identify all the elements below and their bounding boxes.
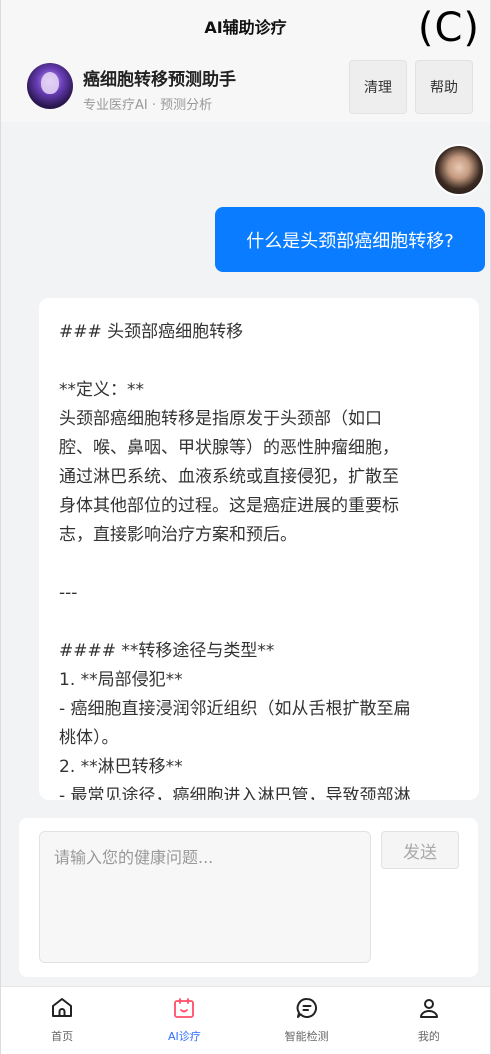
tab-ai-diagnosis[interactable]: AI诊疗	[123, 987, 245, 1054]
assistant-name: 癌细胞转移预测助手	[83, 70, 236, 90]
message-line	[59, 608, 459, 637]
assistant-header: 癌细胞转移预测助手 专业医疗AI · 预测分析 清理 帮助	[1, 52, 490, 122]
message-line: 通过淋巴系统、血液系统或直接侵犯，扩散至	[59, 467, 399, 487]
assistant-subtitle: 专业医疗AI · 预测分析	[83, 98, 213, 113]
clear-button[interactable]: 清理	[349, 60, 407, 114]
calendar-smile-icon	[174, 998, 195, 1018]
message-line: 身体其他部位的过程。这是癌症进展的重要标	[59, 496, 399, 516]
tab-label: 我的	[417, 1030, 440, 1043]
message-line: ### 头颈部癌细胞转移	[59, 322, 244, 342]
user-message-bubble: 什么是头颈部癌细胞转移?	[215, 207, 485, 272]
tab-label: 智能检测	[284, 1030, 329, 1043]
composer-panel: 请输入您的健康问题... 发送	[19, 818, 478, 977]
message-line: 头颈部癌细胞转移是指原发于头颈部（如口	[59, 409, 382, 429]
tab-profile[interactable]: 我的	[368, 987, 490, 1054]
message-line: ---	[59, 583, 78, 603]
send-button[interactable]: 发送	[381, 831, 459, 869]
assistant-message-bubble: ### 头颈部癌细胞转移 **定义：** 头颈部癌细胞转移是指原发于头颈部（如口…	[39, 298, 479, 800]
user-avatar	[433, 144, 485, 196]
message-line: #### **转移途径与类型**	[59, 641, 275, 661]
tab-smart-detection[interactable]: 智能检测	[246, 987, 368, 1054]
home-icon	[52, 998, 73, 1017]
tab-home[interactable]: 首页	[1, 987, 123, 1054]
message-line: 桃体）。	[59, 728, 119, 748]
help-button[interactable]: 帮助	[415, 60, 473, 114]
message-line: - 癌细胞直接浸润邻近组织（如从舌根扩散至扁	[59, 699, 411, 719]
corner-label: (C)	[417, 5, 480, 51]
assistant-avatar	[27, 63, 73, 109]
message-line	[59, 550, 459, 579]
page-title: AI辅助诊疗	[204, 18, 287, 37]
title-bar: AI辅助诊疗 (C)	[1, 0, 490, 52]
app-frame: AI辅助诊疗 (C) 癌细胞转移预测助手 专业医疗AI · 预测分析 清理 帮助…	[0, 0, 491, 1054]
message-line: 2. **淋巴转移**	[59, 757, 183, 777]
bottom-tab-bar: 首页 AI诊疗 智能检测 我的	[1, 986, 490, 1054]
message-line	[59, 347, 459, 376]
tab-label: 首页	[51, 1030, 74, 1043]
chat-lines-icon	[296, 997, 317, 1018]
message-line: 腔、喉、鼻咽、甲状腺等）的恶性肿瘤细胞，	[59, 438, 399, 458]
tab-label: AI诊疗	[167, 1030, 201, 1043]
user-icon	[419, 999, 438, 1018]
message-line: **定义：**	[59, 380, 144, 400]
question-input[interactable]: 请输入您的健康问题...	[39, 831, 371, 963]
message-line: 志，直接影响治疗方案和预后。	[59, 525, 297, 545]
message-line: 1. **局部侵犯**	[59, 670, 183, 690]
message-line: - 最常见途径，癌细胞进入淋巴管，导致颈部淋	[59, 786, 411, 800]
